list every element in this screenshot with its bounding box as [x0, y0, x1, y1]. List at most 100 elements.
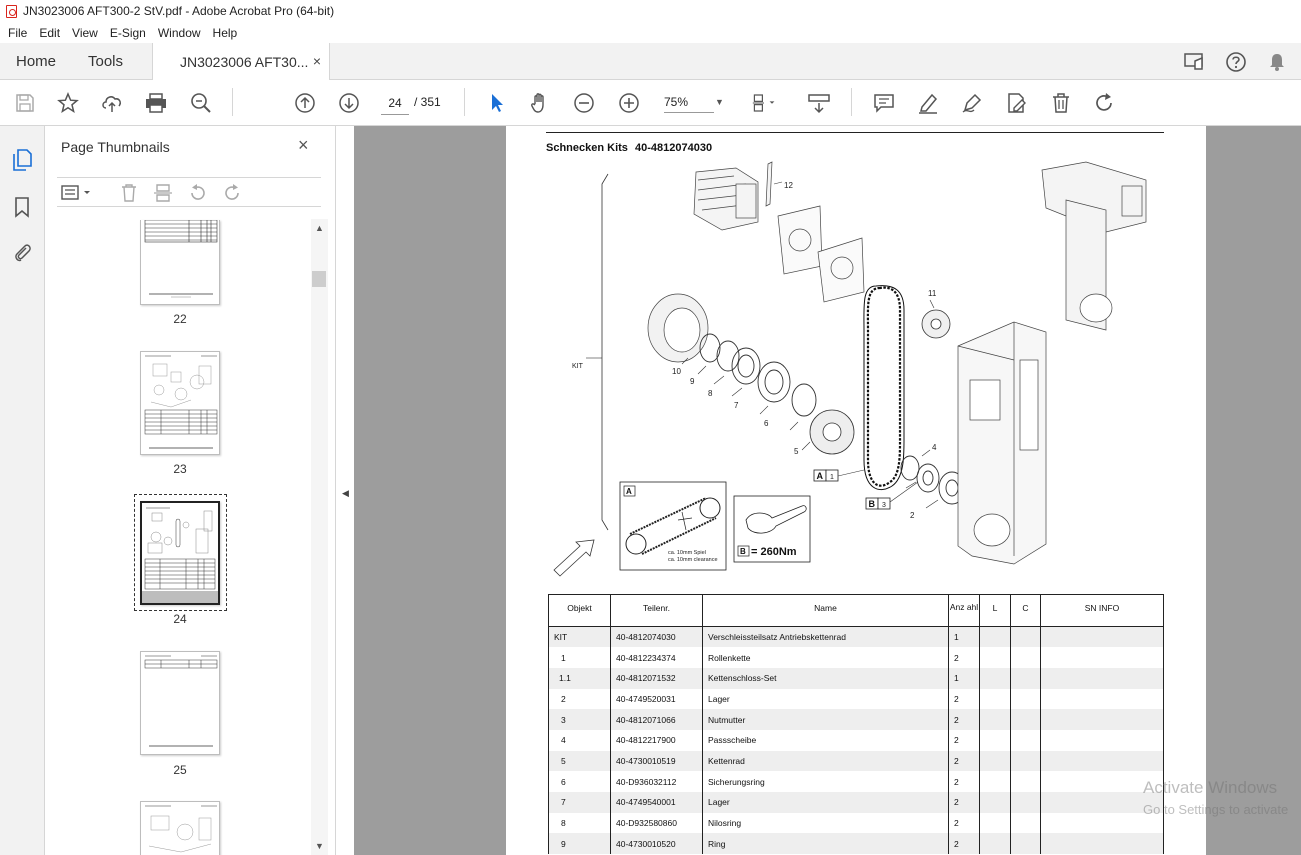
menu-view[interactable]: View: [66, 26, 104, 40]
toolbar-divider: [464, 88, 465, 116]
menu-edit[interactable]: Edit: [33, 26, 66, 40]
attachments-paperclip-icon[interactable]: [10, 240, 34, 264]
tab-tools[interactable]: Tools: [88, 53, 123, 70]
tab-document-label: JN3023006 AFT30...: [180, 53, 309, 70]
table-cell: [1040, 647, 1164, 668]
callout-b-qty: 3: [882, 502, 886, 509]
zoom-search-icon[interactable]: [189, 91, 213, 115]
next-page-icon[interactable]: [337, 91, 361, 115]
tab-document[interactable]: JN3023006 AFT30... ×: [152, 43, 330, 80]
hand-tool-icon[interactable]: [528, 91, 552, 115]
table-cell: 40-4730010519: [610, 750, 703, 772]
page-thumbnail-selected[interactable]: [140, 501, 220, 605]
bookmarks-icon[interactable]: [10, 195, 34, 219]
page-fit-icon[interactable]: [752, 91, 776, 115]
scroll-mode-icon[interactable]: [807, 91, 831, 115]
table-cell: 1: [948, 667, 980, 689]
print-icon[interactable]: [144, 91, 168, 115]
toolbar-divider: [232, 88, 233, 116]
page-thumbnails-icon[interactable]: [10, 148, 34, 172]
page-thumbnails-panel: Page Thumbnails × 22 23 24 25 ▲ ▼: [45, 126, 336, 855]
scrollbar-thumb[interactable]: [312, 271, 326, 287]
page-thumbnail[interactable]: [140, 801, 220, 855]
zoom-in-icon[interactable]: [617, 91, 641, 115]
page-number-input[interactable]: 24: [381, 91, 409, 115]
document-viewer[interactable]: Schnecken Kits 40-4812074030 KIT 12 11 1…: [354, 126, 1301, 855]
page-thumbnail[interactable]: [140, 351, 220, 455]
share-screen-icon[interactable]: [1183, 50, 1207, 74]
rotate-redo-icon[interactable]: [1093, 91, 1117, 115]
comment-icon[interactable]: [872, 91, 896, 115]
notifications-bell-icon[interactable]: [1265, 50, 1289, 74]
table-cell: [979, 709, 1011, 730]
previous-page-icon[interactable]: [293, 91, 317, 115]
select-cursor-icon[interactable]: [485, 91, 509, 115]
rotate-right-icon[interactable]: [221, 182, 243, 204]
table-cell: [979, 812, 1011, 834]
close-tab-icon[interactable]: ×: [313, 53, 321, 69]
acrobat-icon: [6, 4, 17, 18]
table-cell: 40-4749520031: [610, 688, 703, 710]
callout-b: B: [869, 499, 876, 509]
page-thumbnail[interactable]: [140, 651, 220, 755]
table-cell: [1010, 667, 1041, 689]
chevron-down-icon[interactable]: ▼: [715, 97, 724, 107]
table-cell: [1010, 812, 1041, 834]
table-cell: Sicherungsring: [702, 771, 949, 792]
callout-a-qty: 1: [830, 474, 834, 481]
table-cell: Nutmutter: [702, 709, 949, 730]
table-cell: 40-D936032112: [610, 771, 703, 792]
bookmark-star-icon[interactable]: [56, 91, 80, 115]
scroll-up-icon[interactable]: ▲: [315, 223, 324, 233]
zoom-out-icon[interactable]: [572, 91, 596, 115]
sign-pen-icon[interactable]: [960, 91, 984, 115]
table-cell: Ring: [702, 833, 949, 855]
detail-a-note-2: ca. 10mm clearance: [668, 557, 718, 563]
table-cell: KIT: [548, 626, 611, 648]
page-thumbnail[interactable]: [140, 220, 220, 305]
thumbnail-label: 23: [173, 462, 187, 476]
zoom-level-select[interactable]: 75%: [664, 95, 714, 113]
menu-window[interactable]: Window: [152, 26, 207, 40]
callout-7: 7: [734, 401, 739, 410]
header-rule: [546, 132, 1164, 133]
menu-file[interactable]: File: [2, 26, 33, 40]
table-cell: Kettenschloss-Set: [702, 667, 949, 689]
menu-bar: File Edit View E-Sign Window Help: [0, 22, 1301, 43]
table-cell: 40-4812074030: [610, 626, 703, 648]
table-cell: 2: [948, 812, 980, 834]
table-cell: 8: [548, 812, 611, 834]
collapse-panel-icon[interactable]: ◀: [342, 488, 349, 499]
tab-home[interactable]: Home: [16, 53, 56, 70]
table-cell: [1010, 688, 1041, 710]
delete-trash-icon[interactable]: [1049, 91, 1073, 115]
table-cell: [979, 626, 1011, 648]
thumbnails-scrollbar[interactable]: ▲ ▼: [311, 219, 328, 855]
table-cell: 1: [548, 647, 611, 668]
menu-help[interactable]: Help: [207, 26, 244, 40]
table-cell: [1010, 750, 1041, 772]
panel-splitter[interactable]: ◀: [336, 126, 354, 855]
rotate-left-icon[interactable]: [187, 182, 209, 204]
edit-pdf-icon[interactable]: [1005, 91, 1029, 115]
table-cell: [979, 771, 1011, 792]
table-cell: [1010, 709, 1041, 730]
save-icon[interactable]: [13, 91, 37, 115]
share-upload-icon[interactable]: [100, 91, 124, 115]
table-row: 5 40-4730010519 Kettenrad 2: [548, 750, 1164, 772]
table-row: 1 40-4812234374 Rollenkette 2: [548, 647, 1164, 668]
menu-esign[interactable]: E-Sign: [104, 26, 152, 40]
help-icon[interactable]: [1224, 50, 1248, 74]
thumbnail-options-icon[interactable]: [59, 182, 93, 204]
thumbnail-toolbar: [57, 177, 321, 207]
callout-11: 11: [928, 289, 937, 298]
parts-list-table: Objekt Teilenr. Name Anz ahl L C SN INFO…: [548, 594, 1164, 855]
callout-2: 2: [910, 511, 915, 520]
table-cell: 1.1: [548, 667, 611, 689]
delete-page-icon[interactable]: [118, 182, 140, 204]
insert-page-icon[interactable]: [152, 182, 174, 204]
highlight-pen-icon[interactable]: [916, 91, 940, 115]
main-toolbar: 24 / 351 75% ▼: [0, 80, 1301, 126]
close-panel-icon[interactable]: ×: [298, 135, 309, 156]
scroll-down-icon[interactable]: ▼: [315, 841, 324, 851]
